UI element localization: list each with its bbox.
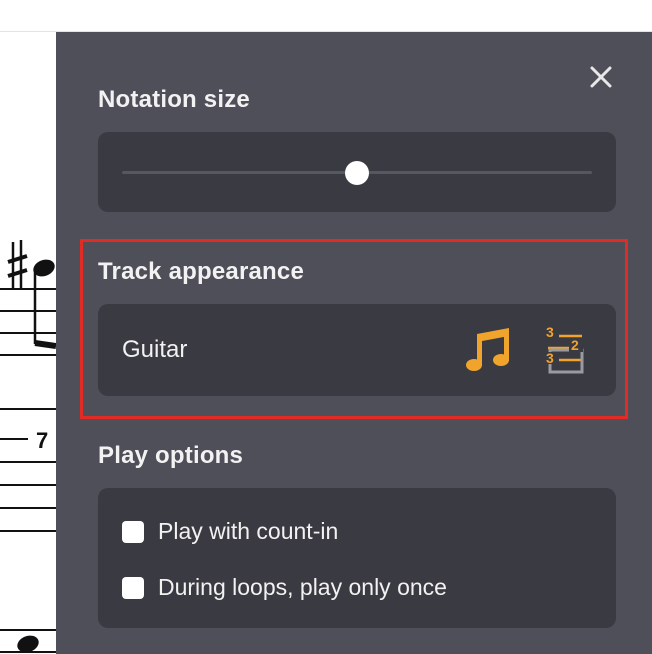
track-appearance-title: Track appearance (98, 258, 304, 285)
tab-number: 3 (546, 350, 554, 366)
loop-play-once-checkbox[interactable] (122, 576, 144, 599)
notation-size-card (98, 132, 616, 212)
play-options-title: Play options (98, 442, 244, 469)
track-name: Guitar (122, 336, 188, 363)
notation-size-title: Notation size (98, 86, 250, 113)
music-note-icon[interactable] (465, 328, 511, 372)
track-appearance-card: Guitar 3 2 3 (98, 304, 616, 396)
score-staff-lines: 7 (0, 240, 56, 653)
tablature-icon[interactable]: 3 2 3 (542, 322, 586, 378)
standard-notation-button[interactable] (464, 324, 512, 376)
loop-play-once-label: During loops, play only once (158, 574, 447, 600)
count-in-label: Play with count-in (158, 518, 339, 544)
tab-fret-number: 7 (36, 428, 48, 453)
play-options-card: Play with count-in During loops, play on… (98, 488, 616, 628)
notation-size-slider-thumb[interactable] (345, 161, 369, 185)
top-toolbar-strip (0, 0, 652, 32)
tab-number: 3 (546, 324, 554, 340)
loop-play-once-option[interactable]: During loops, play only once (122, 574, 447, 601)
tablature-button[interactable]: 3 2 3 (540, 324, 588, 376)
count-in-checkbox[interactable] (122, 520, 144, 543)
count-in-option[interactable]: Play with count-in (122, 518, 338, 545)
sharp-icon (7, 240, 28, 290)
tab-number: 2 (571, 337, 579, 353)
close-button[interactable] (586, 62, 616, 92)
close-icon[interactable] (590, 66, 612, 88)
score-preview: 7 (0, 32, 56, 654)
settings-panel: Notation size Track appearance Guitar 3 … (56, 32, 652, 654)
